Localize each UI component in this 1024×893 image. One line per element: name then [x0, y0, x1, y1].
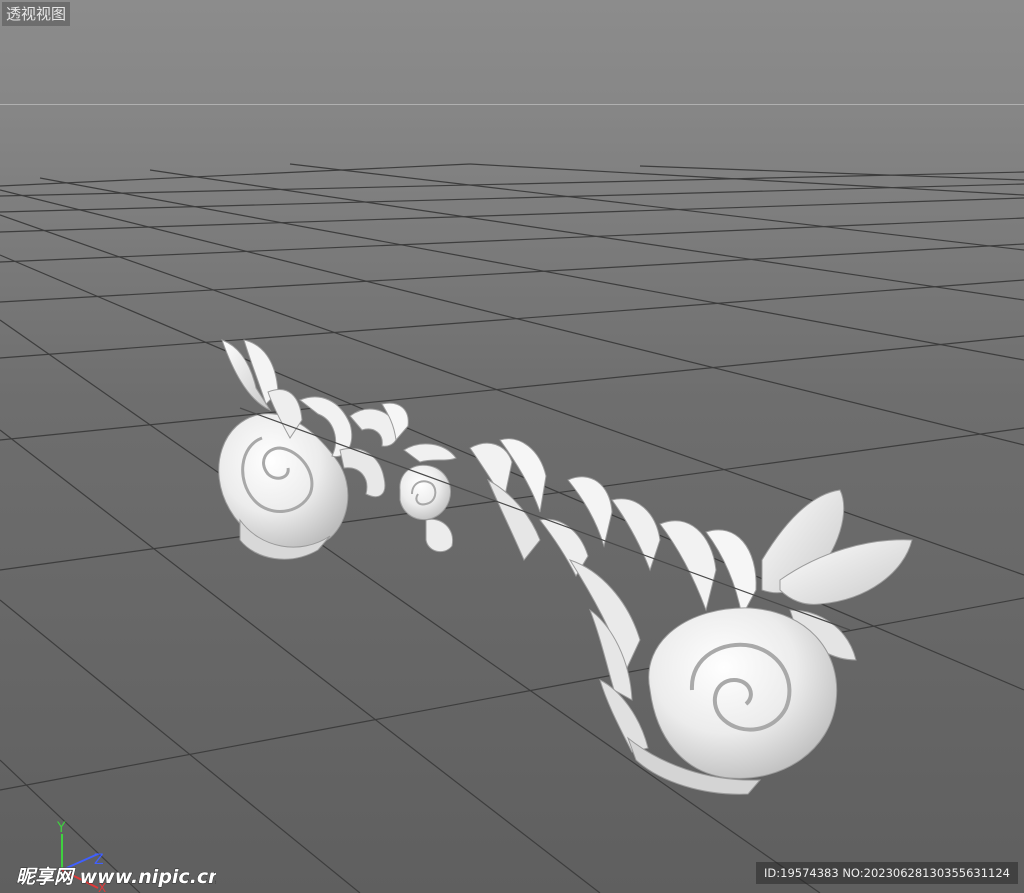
watermark-logo: 昵享网 www.nipic.cn — [16, 866, 216, 889]
y-axis-label: Y — [56, 820, 66, 836]
ornament-model[interactable] — [218, 339, 913, 795]
perspective-viewport[interactable]: 透视视图 Y Z X 昵享网 www.nipic.cn ID:19574383 … — [0, 0, 1024, 893]
watermark-id: ID:19574383 NO:20230628130355631124 — [756, 862, 1018, 884]
scene-canvas[interactable] — [0, 0, 1024, 893]
watermark-logo-text: 昵享网 www.nipic.cn — [16, 866, 216, 888]
